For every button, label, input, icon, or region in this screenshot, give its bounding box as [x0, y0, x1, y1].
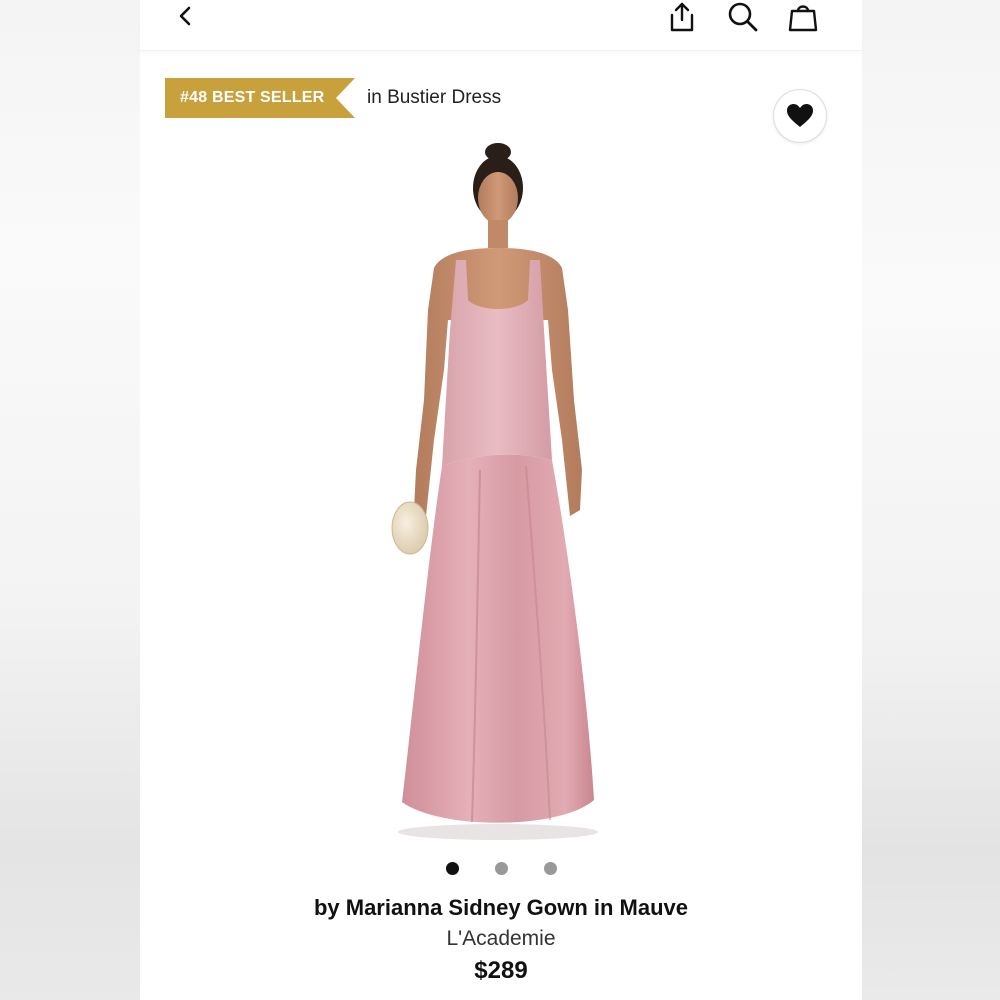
image-carousel-dots [140, 862, 862, 875]
search-icon [728, 2, 758, 32]
product-brand[interactable]: L'Academie [140, 927, 862, 951]
screenshot-stage: #48 BEST SELLER in Bustier Dress by Mari… [0, 0, 1000, 1000]
product-page: #48 BEST SELLER in Bustier Dress by Mari… [140, 0, 862, 1000]
carousel-dot-1[interactable] [445, 862, 459, 875]
carousel-dot-2[interactable] [494, 862, 508, 875]
heart-icon [787, 104, 813, 127]
top-navigation-bar [140, 0, 862, 51]
best-seller-category[interactable]: in Bustier Dress [367, 87, 501, 109]
chevron-left-icon [179, 6, 191, 26]
background-blur-right [862, 0, 1000, 1000]
search-button[interactable] [726, 0, 760, 34]
product-image[interactable] [330, 140, 670, 850]
product-price: $289 [474, 957, 528, 984]
background-blur-left [0, 0, 140, 1000]
best-seller-row: #48 BEST SELLER in Bustier Dress [165, 78, 501, 118]
best-seller-label: #48 BEST SELLER [180, 89, 325, 106]
product-title: by Marianna Sidney Gown in Mauve [313, 895, 689, 920]
share-icon [670, 2, 694, 32]
share-button[interactable] [666, 0, 698, 34]
favorite-button[interactable] [773, 89, 827, 143]
shopping-bag-icon [788, 5, 818, 32]
shopping-bag-button[interactable] [786, 0, 820, 34]
back-button[interactable] [170, 0, 202, 32]
best-seller-badge: #48 BEST SELLER [165, 78, 355, 118]
carousel-dot-3[interactable] [543, 862, 557, 875]
